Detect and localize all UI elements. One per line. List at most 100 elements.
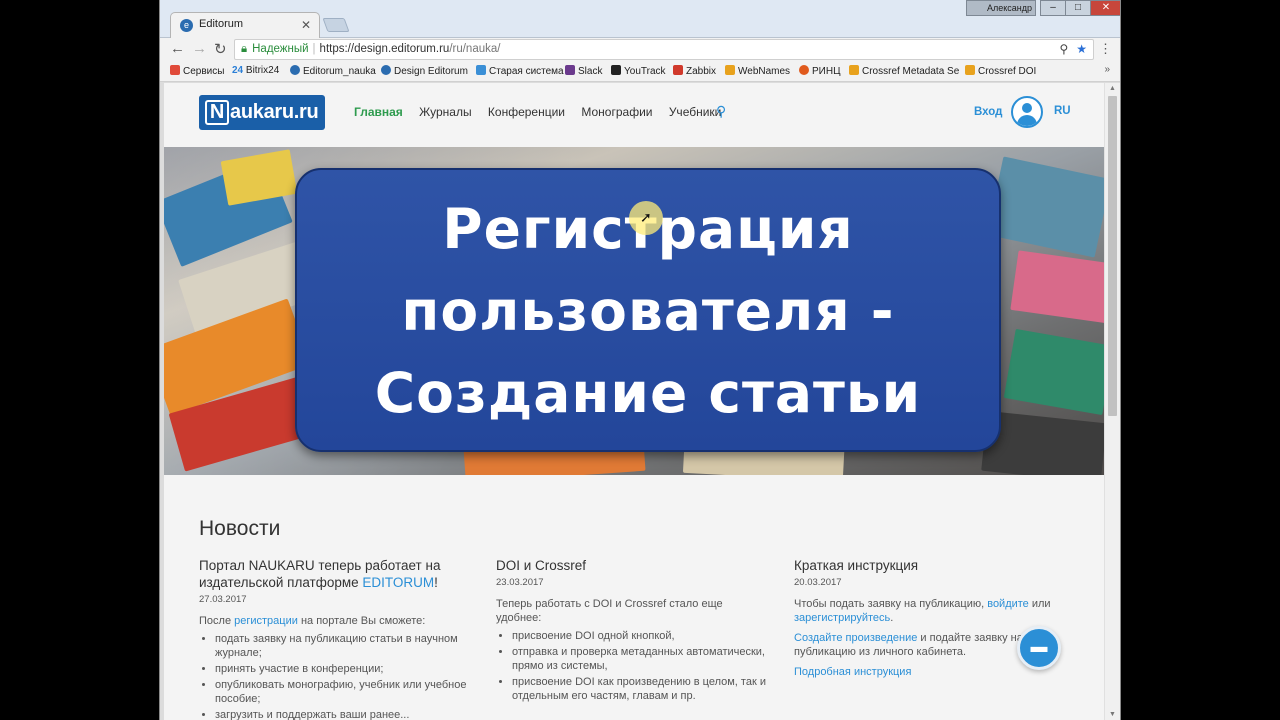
bookmark-label: РИНЦ [812, 66, 841, 77]
naukaru-logo[interactable]: Naukaru.ru [199, 95, 325, 130]
nav-textbooks[interactable]: Учебники [669, 105, 722, 119]
scroll-thumb[interactable] [1108, 96, 1117, 416]
list-item: опубликовать монографию, учебник или уче… [215, 678, 469, 706]
bookmark-label: YouTrack [624, 66, 666, 77]
news-item-title: DOI и Crossref [496, 558, 587, 573]
login-link[interactable]: Вход [974, 106, 1002, 118]
browser-tab[interactable]: e Editorum ✕ [170, 12, 320, 38]
list-item: принять участие в конференции; [215, 662, 469, 676]
bookmark-old-system[interactable]: Старая система [476, 65, 564, 77]
scroll-down-icon[interactable]: ▼ [1109, 711, 1116, 718]
nav-conferences[interactable]: Конференции [488, 105, 565, 119]
list-item: подать заявку на публикацию статьи в нау… [215, 632, 469, 660]
bookmark-rinc[interactable]: РИНЦ [799, 65, 840, 77]
nav-home[interactable]: Главная [354, 105, 403, 119]
bookmark-star-icon[interactable]: ★ [1076, 42, 1087, 56]
list-item: присвоение DOI одной кнопкой, [512, 629, 766, 643]
page-viewport: Naukaru.ru Главная Журналы Конференции М… [164, 83, 1104, 720]
bookmark-bitrix24[interactable]: 24 Bitrix24 [232, 65, 279, 76]
bookmark-label: Crossref DOI [978, 66, 1037, 77]
detailed-instruction-link[interactable]: Подробная инструкция [794, 666, 911, 678]
crossref-icon [965, 65, 975, 75]
news-intro: Теперь работать с DOI и Crossref стало е… [496, 598, 723, 624]
overlay-line-2: пользователя - [401, 279, 895, 343]
browser-toolbar: ← → ↻ 🔒︎ Надежный | https://design.editorum… [160, 38, 1120, 62]
browser-menu-icon[interactable]: ⋮ [1099, 41, 1112, 57]
news-intro: После регистрации на портале Вы сможете: [199, 614, 469, 628]
reload-icon[interactable]: ↻ [214, 40, 227, 58]
bookmark-design-editorum[interactable]: Design Editorum [381, 65, 468, 77]
search-icon[interactable]: ⚲ [716, 103, 726, 120]
page-scrollbar[interactable]: ▲ ▼ [1104, 83, 1120, 720]
youtrack-icon [611, 65, 621, 75]
forward-arrow-icon[interactable]: → [192, 40, 207, 57]
key-icon[interactable]: ⚲ [1059, 42, 1068, 56]
bookmark-webnames[interactable]: WebNames [725, 65, 790, 77]
address-bar[interactable]: 🔒︎ Надежный | https://design.editorum.ru/ru… [234, 39, 1094, 60]
book-photo-piece [986, 156, 1104, 258]
bookmark-crossref-doi[interactable]: Crossref DOI [965, 65, 1036, 77]
crossref-icon [849, 65, 859, 75]
security-label: Надежный [252, 43, 309, 55]
list-item: загрузить и поддержать ваши ранее... [215, 708, 469, 720]
news-heading: Новости [199, 517, 281, 540]
close-window-button[interactable]: ✕ [1090, 0, 1120, 16]
editorum-icon [381, 65, 391, 75]
zabbix-icon [673, 65, 683, 75]
url-path: /ru/nauka/ [449, 43, 501, 55]
news-date: 20.03.2017 [794, 577, 842, 588]
book-photo-piece [220, 149, 298, 206]
news-date: 23.03.2017 [496, 577, 544, 588]
nav-monographs[interactable]: Монографии [581, 105, 652, 119]
bookmark-crossref-metadata[interactable]: Crossref Metadata Se [849, 65, 959, 77]
list-item: отправка и проверка метаданных автоматич… [512, 645, 766, 673]
intro-text: После [199, 615, 235, 627]
overlay-line-3: Создание статьи [374, 361, 922, 425]
bookmarks-bar: Сервисы 24 Bitrix24 Editorum_nauka Desig… [160, 62, 1120, 82]
login-inline-link[interactable]: войдите [987, 598, 1029, 610]
webnames-icon [725, 65, 735, 75]
mouse-pointer-icon: ➚ [640, 209, 652, 225]
bitrix24-icon: 24 [232, 65, 244, 76]
editorum-link[interactable]: EDITORUM [362, 575, 434, 590]
tab-strip: e Editorum ✕ Александр – □ ✕ [160, 0, 1120, 38]
chat-bubble-icon[interactable]: ▬ [1017, 626, 1061, 670]
tab-close-icon[interactable]: ✕ [301, 18, 311, 32]
register-inline-link[interactable]: зарегистрируйтесь [794, 612, 890, 624]
bookmark-youtrack[interactable]: YouTrack [611, 65, 666, 77]
lock-icon: 🔒︎ [241, 43, 248, 55]
user-avatar-icon[interactable] [1011, 96, 1043, 128]
nav-journals[interactable]: Журналы [419, 105, 471, 119]
news-bullets: присвоение DOI одной кнопкой, отправка и… [512, 629, 766, 703]
profile-badge[interactable]: Александр [966, 0, 1036, 16]
bookmarks-overflow-icon[interactable]: » [1104, 64, 1110, 75]
minimize-button[interactable]: – [1040, 0, 1066, 16]
bookmark-editorum-nauka[interactable]: Editorum_nauka [290, 65, 376, 77]
book-photo-piece [1010, 250, 1104, 324]
bookmark-services[interactable]: Сервисы [170, 65, 224, 77]
bookmark-label: Design Editorum [394, 66, 468, 77]
create-work-link[interactable]: Создайте произведение [794, 632, 917, 644]
bookmark-label: Editorum_nauka [303, 66, 376, 77]
main-nav: Главная Журналы Конференции Монографии У… [354, 105, 734, 119]
logo-letter: N [205, 100, 229, 125]
news-item-title: Краткая инструкция [794, 558, 919, 573]
logo-text: aukaru.ru [230, 101, 319, 123]
editorum-icon [290, 65, 300, 75]
new-tab-button[interactable] [322, 18, 350, 32]
browser-window: e Editorum ✕ Александр – □ ✕ ← → ↻ 🔒︎ Над… [159, 0, 1121, 720]
registration-link[interactable]: регистрации [234, 615, 298, 627]
back-arrow-icon[interactable]: ← [170, 40, 185, 57]
maximize-button[interactable]: □ [1065, 0, 1091, 16]
language-switch[interactable]: RU [1054, 105, 1071, 117]
bookmark-zabbix[interactable]: Zabbix [673, 65, 716, 77]
profile-name: Александр [987, 3, 1033, 13]
instruction-text-part: Чтобы подать заявку на публикацию, [794, 598, 988, 610]
rinc-icon [799, 65, 809, 75]
news-bullets: подать заявку на публикацию статьи в нау… [215, 632, 469, 720]
instruction-text-part: или [1028, 598, 1051, 610]
bookmark-slack[interactable]: Slack [565, 65, 602, 77]
url-base: https://design.editorum.ru [319, 43, 450, 55]
scroll-up-icon[interactable]: ▲ [1109, 85, 1116, 92]
bookmark-label: Slack [578, 66, 603, 77]
